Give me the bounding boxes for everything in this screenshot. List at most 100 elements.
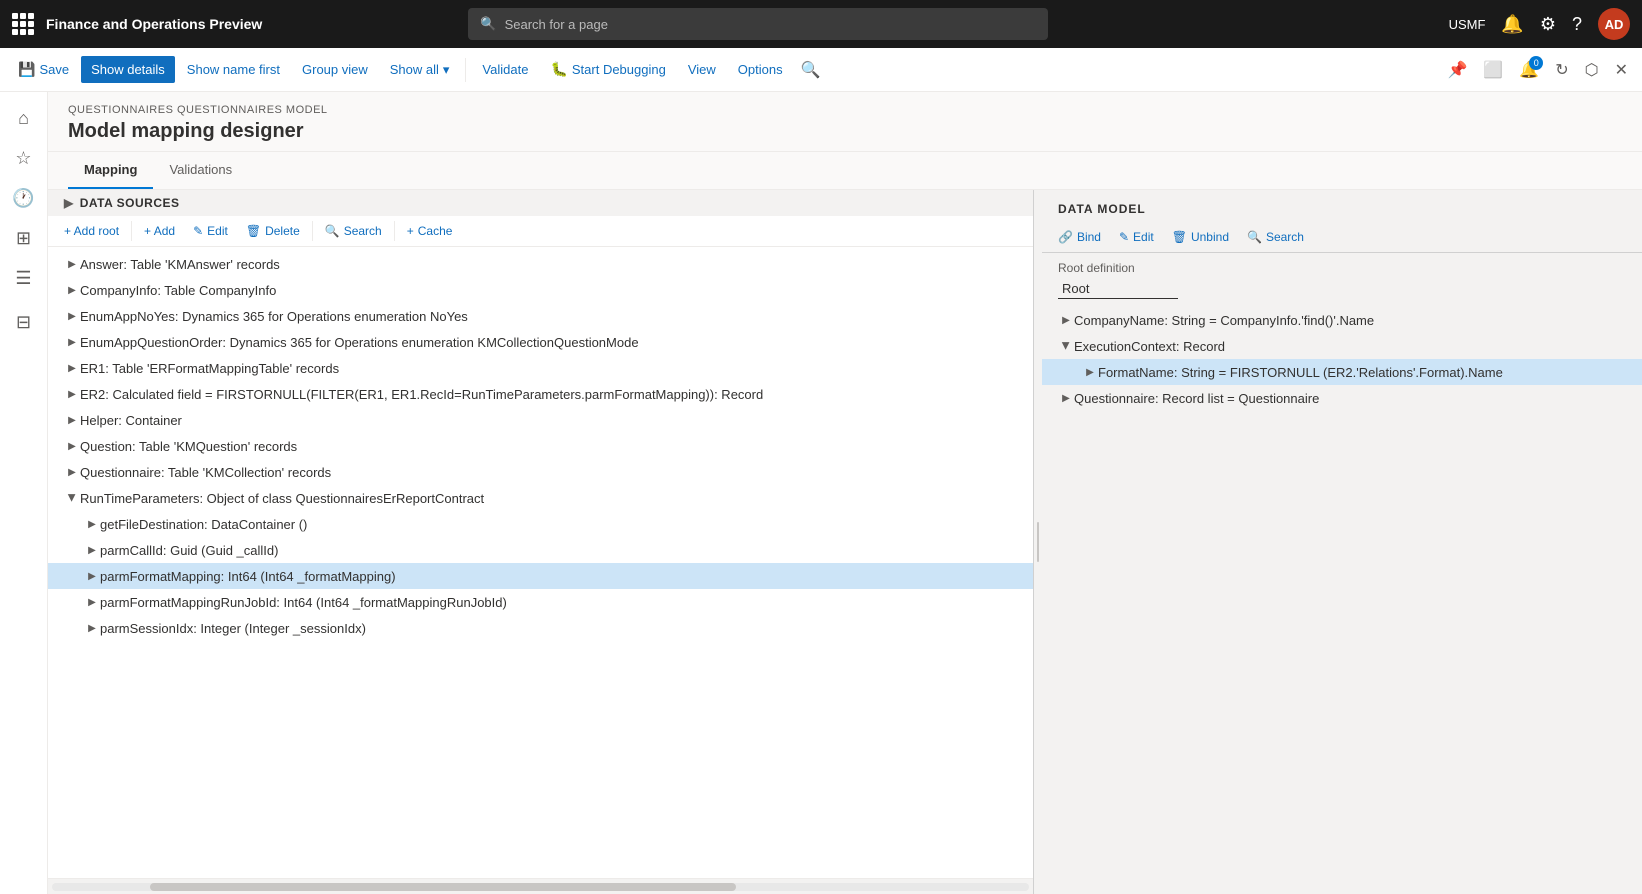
root-definition: Root definition	[1042, 253, 1642, 303]
horizontal-scrollbar[interactable]	[48, 878, 1033, 894]
vertical-resize-handle[interactable]	[1034, 190, 1042, 894]
show-details-button[interactable]: Show details	[81, 56, 175, 83]
tab-mapping[interactable]: Mapping	[68, 152, 153, 189]
tree-item[interactable]: ▶ Helper: Container	[48, 407, 1033, 433]
bind-button[interactable]: 🔗 Bind	[1050, 226, 1109, 248]
dm-tree-item-selected[interactable]: ▶ FormatName: String = FIRSTORNULL (ER2.…	[1042, 359, 1642, 385]
cache-button[interactable]: + Cache	[399, 220, 461, 242]
tree-arrow: ▶	[64, 256, 80, 272]
waffle-icon[interactable]	[12, 13, 34, 35]
tree-item-label: Question: Table 'KMQuestion' records	[80, 439, 297, 454]
tree-item-selected[interactable]: ▶ parmFormatMapping: Int64 (Int64 _forma…	[48, 563, 1033, 589]
view-button[interactable]: View	[678, 56, 726, 83]
notification-badge-icon[interactable]: 🔔0	[1513, 54, 1545, 86]
tree-arrow: ▶	[84, 620, 100, 636]
top-nav: Finance and Operations Preview 🔍 Search …	[0, 0, 1642, 48]
tree-arrow: ▶	[64, 282, 80, 298]
dm-item-label: ExecutionContext: Record	[1074, 339, 1225, 354]
cache-icon: +	[407, 224, 414, 238]
sidebar-icon-list[interactable]: ☰	[6, 260, 42, 296]
add-root-button[interactable]: + Add root	[56, 220, 127, 242]
tree-item[interactable]: ▶ Questionnaire: Table 'KMCollection' re…	[48, 459, 1033, 485]
open-new-window-icon[interactable]: ⬡	[1579, 54, 1605, 86]
edit-dm-button[interactable]: ✎ Edit	[1111, 226, 1162, 248]
start-debugging-button[interactable]: 🐛 Start Debugging	[540, 55, 675, 84]
sidebar-icon-grid[interactable]: ⊞	[6, 220, 42, 256]
toolbar-right-icons: 📌 ⬜ 🔔0 ↻ ⬡ ✕	[1441, 54, 1634, 86]
tree-item[interactable]: ▶ EnumAppQuestionOrder: Dynamics 365 for…	[48, 329, 1033, 355]
tree-item[interactable]: ▶ getFileDestination: DataContainer ()	[48, 511, 1033, 537]
tree-arrow: ▶	[64, 334, 80, 350]
close-icon[interactable]: ✕	[1609, 54, 1634, 86]
unbind-icon: 🗑	[1172, 230, 1187, 244]
unbind-button[interactable]: 🗑 Unbind	[1164, 226, 1237, 248]
tree-item[interactable]: ▶ parmFormatMappingRunJobId: Int64 (Int6…	[48, 589, 1033, 615]
tree-item-label: Helper: Container	[80, 413, 182, 428]
main-toolbar: 💾 Save Show details Show name first Grou…	[0, 48, 1642, 92]
dm-tree-item[interactable]: ▶ CompanyName: String = CompanyInfo.'fin…	[1042, 307, 1642, 333]
dm-item-label: FormatName: String = FIRSTORNULL (ER2.'R…	[1098, 365, 1503, 380]
tree-item[interactable]: ▶ Question: Table 'KMQuestion' records	[48, 433, 1033, 459]
options-button[interactable]: Options	[728, 56, 793, 83]
tree-item[interactable]: ▶ ER2: Calculated field = FIRSTORNULL(FI…	[48, 381, 1033, 407]
tree-item-label: ER1: Table 'ERFormatMappingTable' record…	[80, 361, 339, 376]
tree-item[interactable]: ▶ EnumAppNoYes: Dynamics 365 for Operati…	[48, 303, 1033, 329]
edit-icon: ✎	[193, 224, 203, 238]
tree-item[interactable]: ▶ parmSessionIdx: Integer (Integer _sess…	[48, 615, 1033, 641]
edit-ds-button[interactable]: ✎ Edit	[185, 220, 236, 242]
root-def-input[interactable]	[1058, 279, 1178, 299]
add-button[interactable]: + Add	[136, 220, 183, 242]
group-view-button[interactable]: Group view	[292, 56, 378, 83]
tree-arrow: ▶	[64, 308, 80, 324]
validate-button[interactable]: Validate	[472, 56, 538, 83]
expand-panel-icon[interactable]: ⬜	[1477, 54, 1509, 86]
tree-arrow: ▶	[64, 360, 80, 376]
data-model-tree: ▶ CompanyName: String = CompanyInfo.'fin…	[1042, 303, 1642, 894]
tree-item[interactable]: ▶ RunTimeParameters: Object of class Que…	[48, 485, 1033, 511]
show-all-button[interactable]: Show all ▾	[380, 56, 460, 84]
avatar[interactable]: AD	[1598, 8, 1630, 40]
tree-item[interactable]: ▶ CompanyInfo: Table CompanyInfo	[48, 277, 1033, 303]
sidebar-icon-recent[interactable]: 🕐	[6, 180, 42, 216]
sidebar-icon-home[interactable]: ⌂	[6, 100, 42, 136]
data-model-toolbar: 🔗 Bind ✎ Edit 🗑 Unbind 🔍 Search	[1042, 222, 1642, 253]
notification-icon[interactable]: 🔔	[1501, 14, 1523, 35]
tree-arrow: ▶	[84, 542, 100, 558]
tree-item-label: EnumAppNoYes: Dynamics 365 for Operation…	[80, 309, 468, 324]
tree-arrow: ▶	[84, 568, 100, 584]
tree-item[interactable]: ▶ parmCallId: Guid (Guid _callId)	[48, 537, 1033, 563]
refresh-icon[interactable]: ↻	[1549, 54, 1574, 86]
tree-item-label: ER2: Calculated field = FIRSTORNULL(FILT…	[80, 387, 763, 402]
help-icon[interactable]: ?	[1572, 14, 1582, 35]
save-icon: 💾	[18, 61, 35, 78]
delete-button[interactable]: 🗑 Delete	[238, 220, 308, 242]
tabs-bar: Mapping Validations	[48, 152, 1642, 190]
dm-tree-item[interactable]: ▶ Questionnaire: Record list = Questionn…	[1042, 385, 1642, 411]
dm-tree-arrow: ▶	[1058, 338, 1074, 354]
root-def-label: Root definition	[1058, 261, 1626, 275]
search-dm-button[interactable]: 🔍 Search	[1239, 226, 1312, 248]
ds-sep-2	[312, 221, 313, 241]
global-search-bar[interactable]: 🔍 Search for a page	[468, 8, 1048, 40]
tree-item-label: Questionnaire: Table 'KMCollection' reco…	[80, 465, 331, 480]
settings-icon[interactable]: ⚙	[1540, 14, 1556, 35]
pin-icon[interactable]: 📌	[1441, 54, 1473, 86]
show-name-first-button[interactable]: Show name first	[177, 56, 290, 83]
dm-tree-item[interactable]: ▶ ExecutionContext: Record	[1042, 333, 1642, 359]
datasources-tree: ▶ Answer: Table 'KMAnswer' records ▶ Com…	[48, 247, 1033, 878]
ds-sep-1	[131, 221, 132, 241]
search-ds-button[interactable]: 🔍 Search	[317, 220, 390, 242]
search-toolbar-icon[interactable]: 🔍	[795, 54, 827, 86]
tree-item[interactable]: ▶ ER1: Table 'ERFormatMappingTable' reco…	[48, 355, 1033, 381]
tab-validations[interactable]: Validations	[153, 152, 248, 189]
sidebar-icon-star[interactable]: ☆	[6, 140, 42, 176]
search-placeholder: Search for a page	[505, 17, 608, 32]
save-button[interactable]: 💾 Save	[8, 55, 79, 84]
tree-item[interactable]: ▶ Answer: Table 'KMAnswer' records	[48, 251, 1033, 277]
resize-handle-line	[1037, 522, 1039, 562]
app-title: Finance and Operations Preview	[46, 16, 262, 32]
tree-arrow: ▶	[84, 516, 100, 532]
expand-datasources-icon[interactable]: ▶	[64, 196, 74, 210]
tree-arrow: ▶	[64, 438, 80, 454]
sidebar-icon-filter[interactable]: ⊟	[6, 304, 42, 340]
